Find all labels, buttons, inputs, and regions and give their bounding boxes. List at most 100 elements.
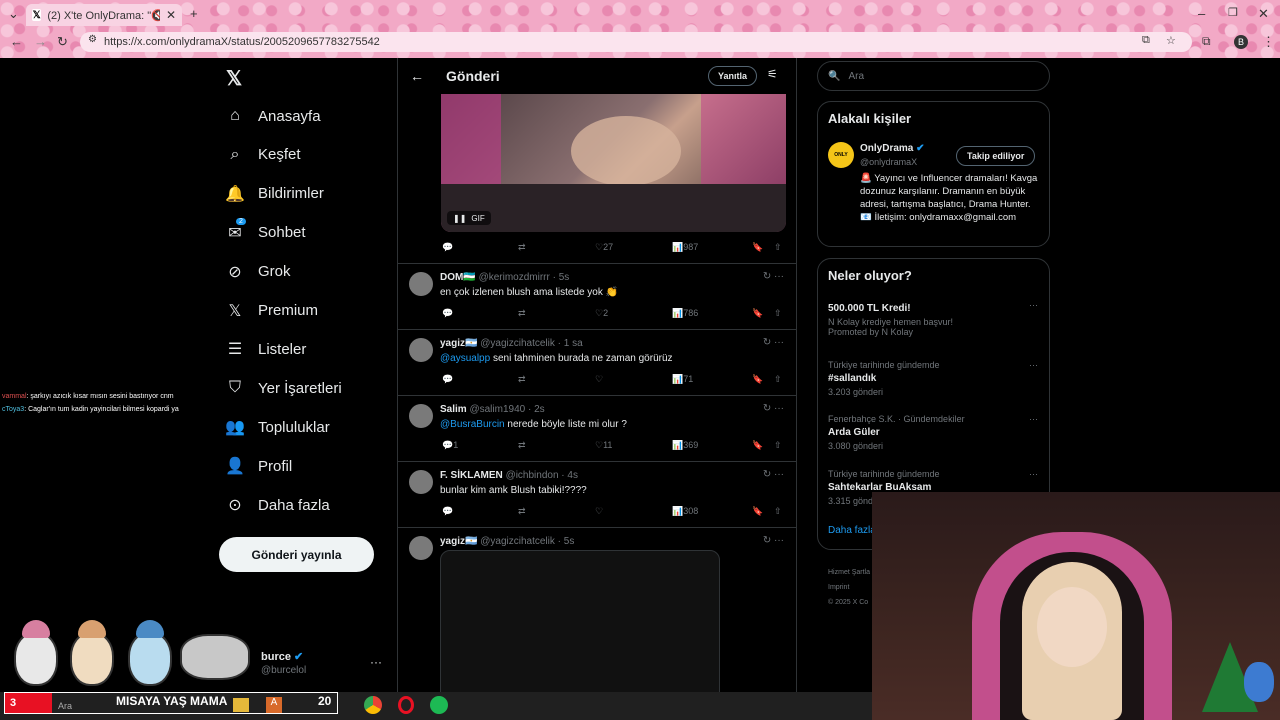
share-icon[interactable]: ⇧ — [774, 242, 782, 253]
nav-item-9[interactable]: 👤 Profil — [225, 451, 292, 481]
address-bar[interactable]: ⚙ https://x.com/onlydramaX/status/200520… — [80, 32, 1192, 52]
like-button[interactable]: ♡ 2 — [595, 308, 608, 319]
bookmark-button[interactable]: 🔖 — [752, 440, 763, 451]
reply-tweet[interactable]: yagiz🇦🇷 @yagizcihatcelik · 1 sa ↻ ··· @ays… — [398, 330, 796, 396]
user-avatar[interactable] — [409, 338, 433, 362]
chrome-icon[interactable] — [364, 696, 382, 714]
search-input[interactable]: 🔍 Ara — [817, 61, 1050, 91]
reply-tweet[interactable]: yagiz🇦🇷 @yagizcihatcelik · 5s ↻ ··· — [398, 528, 796, 718]
footer-link[interactable]: Imprint — [828, 580, 870, 595]
video-media[interactable] — [440, 550, 720, 710]
tweet-author[interactable]: DOM🇺🇿 @kerimozdmirrr · 5s — [440, 272, 569, 283]
mention-link[interactable]: @BusraBurcin — [440, 419, 505, 430]
tweet-menu-icon[interactable]: ↻ ··· — [763, 469, 784, 480]
user-avatar[interactable] — [409, 272, 433, 296]
reload-icon[interactable]: ↻ — [57, 34, 68, 50]
taskbar-search[interactable]: Ara — [58, 701, 72, 711]
related-name[interactable]: OnlyDrama ✔ — [860, 143, 925, 154]
menu-icon[interactable]: ⋮ — [1262, 34, 1275, 50]
reply-button[interactable]: 💬 — [442, 374, 453, 385]
settings-sliders-icon[interactable]: ⚟ — [767, 67, 778, 81]
nav-item-2[interactable]: 🔔 Bildirimler — [225, 179, 324, 209]
user-avatar[interactable] — [409, 470, 433, 494]
nav-item-10[interactable]: ⊙ Daha fazla — [226, 490, 329, 520]
site-info-icon[interactable]: ⚙ — [88, 34, 97, 45]
spotify-icon[interactable] — [430, 696, 448, 714]
tweet-author[interactable]: yagiz🇦🇷 @yagizcihatcelik · 5s — [440, 536, 574, 547]
tweet-author[interactable]: F. SİKLAMEN @ichbindon · 4s — [440, 470, 578, 481]
file-explorer-icon[interactable] — [233, 698, 249, 712]
nav-item-6[interactable]: ☰ Listeler — [226, 334, 307, 364]
trend-more-icon[interactable]: ··· — [1029, 300, 1038, 310]
nav-item-1[interactable]: ⌕ Keşfet — [226, 140, 301, 170]
new-tab-icon[interactable]: + — [190, 6, 198, 21]
trend-item[interactable]: Türkiye tarihinde gündemde #sallandık 3.20… — [828, 360, 1038, 397]
like-button[interactable]: ♡ 27 — [595, 242, 613, 253]
following-button[interactable]: Takip ediliyor — [956, 146, 1036, 166]
minimize-icon[interactable]: – — [1198, 6, 1205, 21]
opera-icon[interactable] — [398, 696, 414, 714]
tweet-author[interactable]: yagiz🇦🇷 @yagizcihatcelik · 1 sa — [440, 338, 583, 349]
trend-more-icon[interactable]: ··· — [1029, 469, 1038, 479]
footer-link[interactable]: Hizmet Şartla — [828, 565, 870, 580]
tweet-menu-icon[interactable]: ↻ ··· — [763, 535, 784, 546]
account-name[interactable]: burce ✔ — [261, 650, 303, 663]
like-button[interactable]: ♡ — [595, 374, 603, 385]
tweet-author[interactable]: Salim @salim1940 · 2s — [440, 404, 545, 415]
bookmark-button[interactable]: 🔖 — [752, 308, 763, 319]
browser-tab[interactable]: 𝕏 (2) X'te OnlyDrama: "🔇 2025 ✕ — [26, 4, 182, 26]
bookmark-button[interactable]: 🔖 — [752, 506, 763, 517]
user-avatar[interactable] — [409, 404, 433, 428]
star-icon[interactable]: ☆ — [1166, 34, 1176, 47]
views-button[interactable]: 📊 987 — [672, 242, 698, 253]
account-more-icon[interactable]: ··· — [370, 655, 382, 669]
gif-media[interactable]: ❚❚ GIF — [441, 94, 786, 232]
retweet-button[interactable]: ⇄ — [518, 374, 526, 385]
share-button[interactable]: ⇧ — [774, 506, 782, 517]
back-icon[interactable]: ← — [10, 34, 23, 49]
nav-item-3[interactable]: ✉ 2 Sohbet — [226, 217, 306, 248]
nav-item-7[interactable]: ⛉ Yer İşaretleri — [226, 373, 342, 403]
retweet-button[interactable]: ⇄ — [518, 440, 526, 451]
retweet-button[interactable]: ⇄ — [518, 506, 526, 517]
views-button[interactable]: 📊 308 — [672, 506, 698, 517]
tweet-menu-icon[interactable]: ↻ ··· — [763, 337, 784, 348]
maximize-icon[interactable]: ❐ — [1228, 6, 1238, 19]
gif-badge[interactable]: ❚❚ GIF — [447, 211, 491, 225]
reply-tweet[interactable]: F. SİKLAMEN @ichbindon · 4s ↻ ··· bunlar k… — [398, 462, 796, 528]
views-button[interactable]: 📊 71 — [672, 374, 693, 385]
share-button[interactable]: ⇧ — [774, 440, 782, 451]
views-button[interactable]: 📊 786 — [672, 308, 698, 319]
bookmark-button[interactable]: 🔖 — [752, 374, 763, 385]
reply-tweet[interactable]: Salim @salim1940 · 2s ↻ ··· @BusraBurcin n… — [398, 396, 796, 462]
profile-avatar[interactable]: B — [1234, 35, 1248, 49]
share-button[interactable]: ⇧ — [774, 374, 782, 385]
like-button[interactable]: ♡ — [595, 506, 603, 517]
trend-item[interactable]: Fenerbahçe S.K. · Gündemdekiler Arda Güle… — [828, 414, 1038, 451]
trend-more-icon[interactable]: ··· — [1029, 414, 1038, 424]
tab-list-icon[interactable]: ⌄ — [8, 6, 19, 22]
tweet-menu-icon[interactable]: ↻ ··· — [763, 271, 784, 282]
back-arrow-icon[interactable]: ← — [410, 68, 424, 84]
onlydrama-avatar[interactable]: ONLY — [828, 142, 854, 168]
nav-item-0[interactable]: ⌂ Anasayfa — [226, 101, 320, 131]
post-button[interactable]: Gönderi yayınla — [219, 537, 374, 572]
nav-item-8[interactable]: 👥 Topluluklar — [225, 412, 330, 442]
retweet-button[interactable]: ⇄ — [518, 308, 526, 319]
forward-icon[interactable]: → — [34, 34, 47, 49]
tweet-menu-icon[interactable]: ↻ ··· — [763, 403, 784, 414]
reply-button[interactable]: 💬 — [442, 506, 453, 517]
reply-button[interactable]: Yanıtla — [708, 66, 758, 86]
reply-icon[interactable]: 💬 — [442, 242, 453, 253]
nav-item-5[interactable]: 𝕏 Premium — [226, 296, 318, 326]
nav-item-4[interactable]: ⊘ Grok — [226, 257, 290, 287]
views-button[interactable]: 📊 369 — [672, 440, 698, 451]
share-button[interactable]: ⇧ — [774, 308, 782, 319]
reply-button[interactable]: 💬 — [442, 308, 453, 319]
like-button[interactable]: ♡ 11 — [595, 440, 612, 451]
pause-icon[interactable]: ❚❚ — [453, 214, 466, 223]
user-avatar[interactable] — [409, 536, 433, 560]
x-logo-icon[interactable]: 𝕏 — [226, 66, 242, 91]
mention-link[interactable]: @aysualpp — [440, 353, 490, 364]
trends-more-link[interactable]: Daha fazla — [828, 525, 876, 536]
